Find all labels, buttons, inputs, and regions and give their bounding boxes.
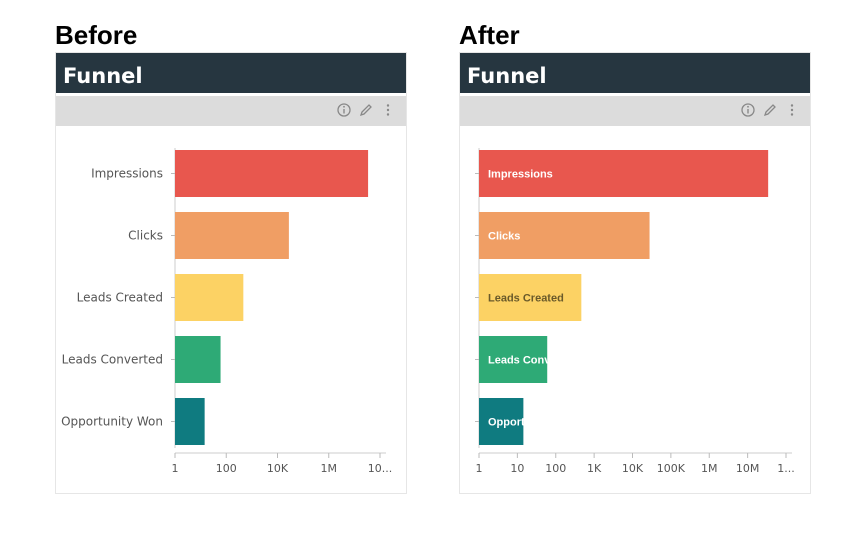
category-label-leads-converted: Leads Converted [62, 353, 163, 367]
category-label-leads-created: Leads Created [77, 291, 163, 305]
bar-opportunity-won [175, 398, 205, 445]
bar-label-leads-converted: Leads Converted [488, 355, 577, 367]
before-heading: Before [55, 20, 138, 50]
x-tick-label: 1M [701, 462, 718, 475]
category-label-opportunity-won: Opportunity Won [61, 415, 163, 429]
x-tick-label: 10K [267, 462, 289, 475]
x-tick-label: 10... [368, 462, 393, 475]
x-tick-label: 1M [321, 462, 338, 475]
bar-clicks [175, 212, 289, 259]
x-tick-label: 1... [777, 462, 795, 475]
category-label-clicks: Clicks [128, 229, 163, 243]
funnel-chart-after: Impressions Clicks Leads Created Leads Conv… [475, 148, 795, 475]
bar-leads-converted [175, 336, 221, 383]
bar-label-impressions: Impressions [488, 169, 553, 181]
bar-label-opportunity-won: Opportunity Won [488, 417, 578, 429]
bar-impressions [175, 150, 369, 197]
x-tick-label: 1 [476, 462, 483, 475]
x-tick-label: 10 [510, 462, 524, 475]
x-tick-label: 10M [736, 462, 760, 475]
x-tick-label: 1 [172, 462, 179, 475]
x-tick-label: 100 [216, 462, 237, 475]
x-tick-label: 1K [587, 462, 602, 475]
x-tick-label: 10K [622, 462, 644, 475]
category-label-impressions: Impressions [91, 167, 163, 181]
funnel-chart-before: Impressions Clicks Leads Created Leads Conv… [61, 148, 393, 475]
after-heading: After [459, 20, 520, 50]
funnel-panel-after: Funnel Impressions Clicks Leads Created Lea… [459, 52, 811, 494]
bar-label-clicks: Clicks [488, 231, 520, 243]
funnel-panel-before: Funnel Impressions Clicks Leads Created Lea… [55, 52, 407, 494]
x-tick-label: 100K [657, 462, 686, 475]
bar-leads-created [175, 274, 244, 321]
bar-label-leads-created: Leads Created [488, 293, 564, 305]
x-tick-label: 100 [545, 462, 566, 475]
